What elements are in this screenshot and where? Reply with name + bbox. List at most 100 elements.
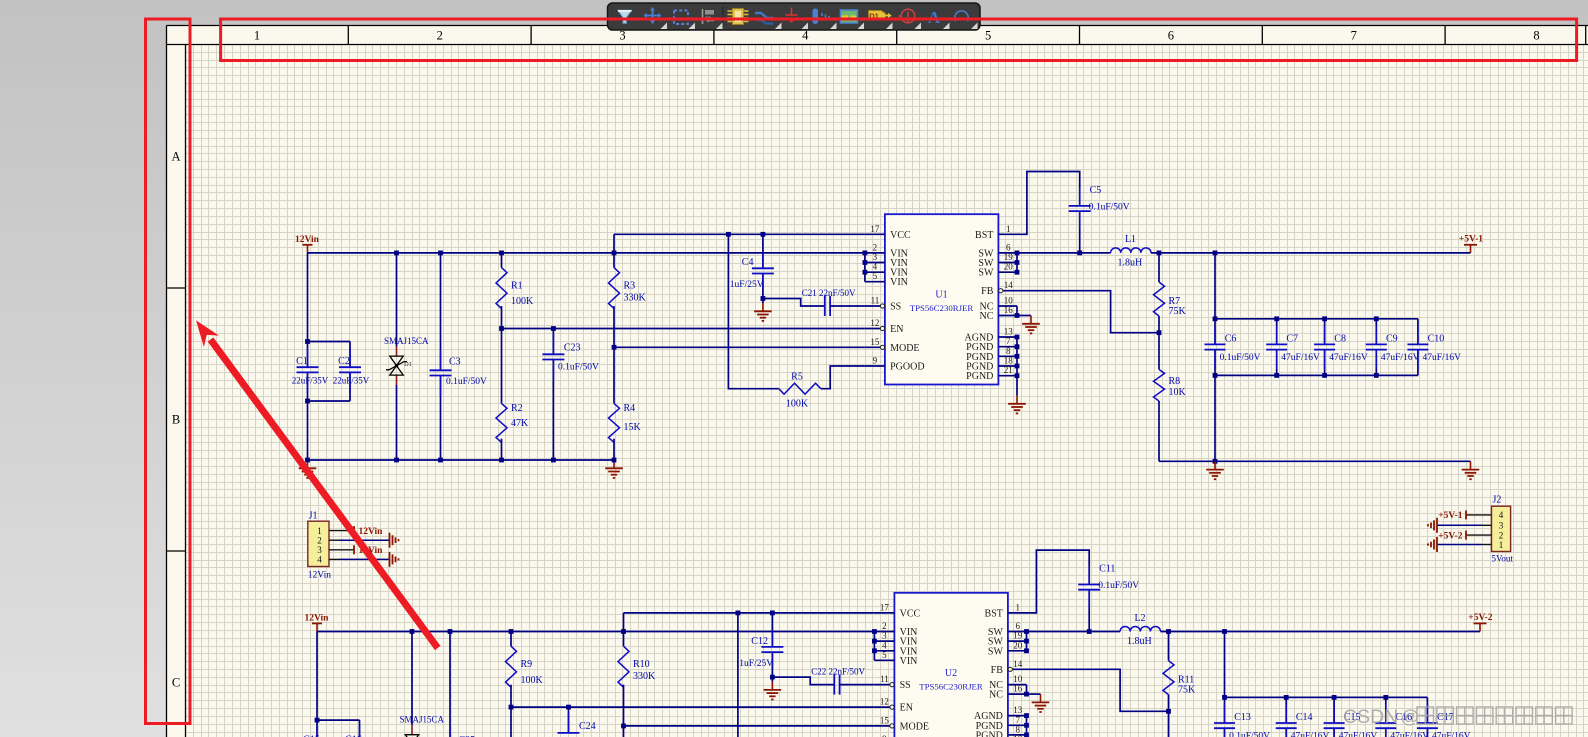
svg-text:C13: C13: [1234, 712, 1251, 723]
svg-text:17: 17: [880, 602, 890, 612]
svg-text:1.8uH: 1.8uH: [1118, 258, 1143, 269]
svg-text:4: 4: [1499, 510, 1504, 520]
svg-text:L1: L1: [1125, 234, 1136, 245]
svg-text:75K: 75K: [1169, 306, 1187, 317]
svg-text:6: 6: [1006, 242, 1011, 252]
svg-text:5: 5: [882, 650, 887, 660]
svg-text:47uF/16V: 47uF/16V: [1432, 732, 1471, 737]
svg-text:12Vin: 12Vin: [359, 527, 384, 537]
svg-text:R10: R10: [633, 659, 650, 670]
svg-text:21: 21: [1004, 365, 1013, 375]
svg-text:SW: SW: [988, 646, 1004, 657]
svg-text:J2: J2: [1493, 495, 1502, 506]
svg-text:19: 19: [1004, 252, 1014, 262]
svg-text:20: 20: [1004, 262, 1014, 272]
svg-text:10: 10: [1004, 296, 1014, 306]
svg-text:1: 1: [317, 526, 322, 536]
svg-text:NC: NC: [989, 690, 1003, 701]
svg-text:11: 11: [871, 296, 880, 306]
svg-text:100K: 100K: [511, 296, 534, 307]
svg-text:16: 16: [1004, 305, 1014, 315]
svg-text:12Vin: 12Vin: [295, 235, 320, 245]
svg-text:1uF/25V: 1uF/25V: [739, 659, 773, 669]
svg-text:NC: NC: [979, 311, 993, 322]
svg-text:C6: C6: [1225, 333, 1237, 344]
svg-text:16: 16: [1013, 684, 1023, 694]
svg-text:12: 12: [870, 318, 879, 328]
svg-text:9: 9: [873, 356, 878, 366]
svg-text:MODE: MODE: [900, 721, 929, 732]
svg-text:15: 15: [870, 337, 880, 347]
svg-text:15K: 15K: [624, 422, 642, 433]
svg-text:C22 22nF/50V: C22 22nF/50V: [811, 667, 865, 677]
svg-text:47K: 47K: [511, 418, 529, 429]
svg-text:R1: R1: [511, 280, 523, 291]
svg-text:2: 2: [882, 621, 887, 631]
svg-text:U2: U2: [945, 668, 957, 679]
svg-text:12Vin: 12Vin: [305, 614, 330, 624]
svg-text:10K: 10K: [1169, 387, 1187, 398]
svg-text:C2: C2: [338, 356, 350, 367]
svg-text:17: 17: [870, 224, 880, 234]
svg-text:5Vout: 5Vout: [1492, 554, 1514, 564]
svg-text:7: 7: [1015, 715, 1020, 725]
svg-text:3: 3: [1499, 521, 1504, 531]
svg-text:R2: R2: [511, 403, 523, 414]
svg-text:SMAJ15CA: SMAJ15CA: [384, 336, 429, 346]
svg-text:2: 2: [873, 242, 878, 252]
svg-text:R4: R4: [624, 403, 636, 414]
svg-text:C12: C12: [751, 636, 768, 647]
svg-text:R3: R3: [624, 280, 636, 291]
svg-text:6: 6: [1015, 621, 1020, 631]
svg-text:6: 6: [1168, 28, 1174, 42]
svg-text:FB: FB: [981, 286, 994, 297]
svg-text:C10: C10: [1428, 333, 1445, 344]
svg-text:C21 22nF/50V: C21 22nF/50V: [802, 288, 856, 298]
svg-text:C9: C9: [1386, 333, 1398, 344]
svg-text:C: C: [172, 676, 180, 690]
svg-text:C11: C11: [1099, 564, 1115, 575]
svg-text:11: 11: [880, 674, 889, 684]
svg-text:12: 12: [880, 697, 889, 707]
svg-text:100K: 100K: [521, 675, 544, 686]
svg-text:B: B: [172, 413, 180, 427]
svg-text:VIN: VIN: [900, 656, 918, 667]
svg-text:4: 4: [873, 262, 878, 272]
svg-text:SMAJ15CA: SMAJ15CA: [400, 715, 445, 725]
svg-text:+5V-2: +5V-2: [1438, 531, 1462, 541]
svg-text:1: 1: [1006, 224, 1011, 234]
svg-text:8: 8: [1533, 28, 1539, 42]
svg-text:PGND: PGND: [966, 371, 993, 382]
svg-text:SS: SS: [900, 680, 911, 691]
svg-text:R9: R9: [521, 659, 533, 670]
svg-text:+5V-1: +5V-1: [1459, 234, 1483, 244]
svg-text:13: 13: [1004, 327, 1014, 337]
svg-text:4: 4: [882, 640, 887, 650]
svg-text:EN: EN: [900, 703, 913, 714]
svg-text:47uF/16V: 47uF/16V: [1339, 732, 1378, 737]
svg-text:1: 1: [254, 28, 260, 42]
svg-text:7: 7: [1351, 28, 1357, 42]
svg-text:0.1uF/50V: 0.1uF/50V: [1229, 732, 1270, 737]
svg-text:0.1uF/50V: 0.1uF/50V: [558, 362, 599, 372]
svg-text:R8: R8: [1169, 376, 1181, 387]
svg-text:BST: BST: [975, 230, 993, 241]
svg-text:SW: SW: [978, 268, 994, 279]
svg-text:VCC: VCC: [890, 230, 911, 241]
svg-text:C4: C4: [742, 257, 754, 268]
svg-text:C23: C23: [564, 343, 581, 354]
svg-text:U1: U1: [935, 289, 947, 300]
svg-text:5: 5: [985, 28, 991, 42]
svg-text:47uF/16V: 47uF/16V: [1329, 353, 1368, 363]
svg-text:2: 2: [437, 28, 443, 42]
svg-text:20: 20: [1013, 640, 1023, 650]
svg-text:TPS56C230RJER: TPS56C230RJER: [910, 303, 974, 313]
svg-text:TPS56C230RJER: TPS56C230RJER: [919, 682, 983, 692]
svg-text:330K: 330K: [624, 292, 647, 303]
svg-text:47uF/16V: 47uF/16V: [1423, 353, 1462, 363]
svg-text:0.1uF/50V: 0.1uF/50V: [1098, 581, 1139, 591]
svg-text:C3: C3: [449, 357, 461, 368]
svg-text:1: 1: [1499, 540, 1504, 550]
svg-text:3: 3: [873, 252, 878, 262]
svg-text:R5: R5: [791, 372, 803, 383]
